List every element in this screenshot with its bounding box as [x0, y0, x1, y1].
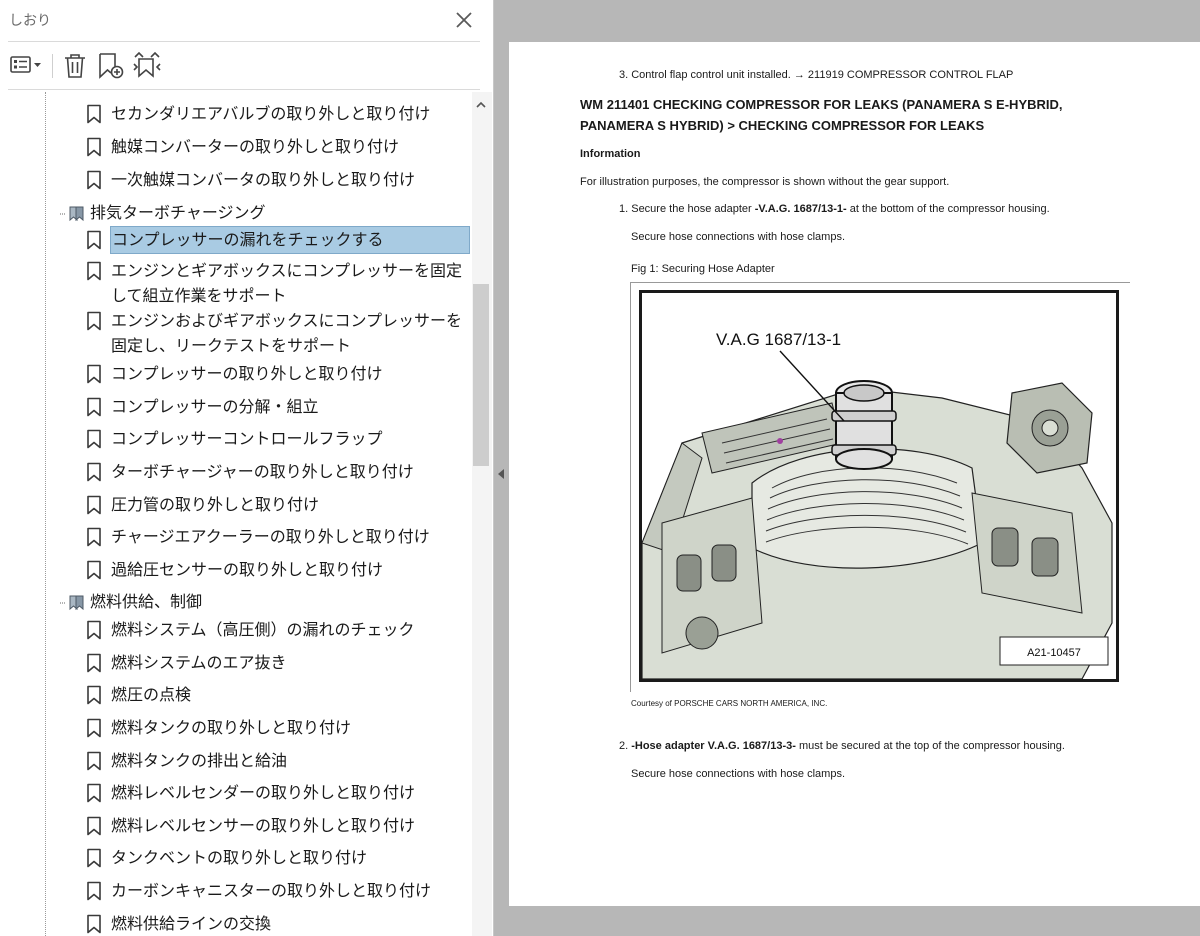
scroll-up-button[interactable] [474, 97, 488, 111]
bookmark-icon [87, 261, 101, 281]
bookmark-icon [87, 364, 101, 384]
bookmark-label: セカンダリエアバルブの取り外しと取り付け [111, 104, 431, 123]
panel-divider [8, 41, 480, 42]
bookmark-label: 燃料タンクの排出と給油 [111, 751, 288, 770]
compressor-figure: V.A.G 1687/13-1 A21-10457 [639, 290, 1119, 682]
list-options-icon [10, 56, 41, 73]
bookmark-icon [87, 718, 101, 738]
bookmark-icon [87, 685, 101, 705]
expander-icon[interactable] [58, 598, 68, 608]
figure-callout: V.A.G 1687/13-1 [716, 330, 841, 349]
bookmark-label: 燃料システム（高圧側）の漏れのチェック [111, 620, 415, 639]
bookmark-icon [87, 914, 101, 934]
bookmark-folder-label: 燃料供給、制御 [90, 592, 203, 611]
bookmark-label: コンプレッサーコントロールフラップ [111, 429, 383, 448]
bookmark-folder-label: 排気ターボチャージング [90, 203, 266, 222]
figure-reference-number: A21-10457 [1027, 647, 1081, 659]
step-1-subtext: Secure hose connections with hose clamps… [631, 231, 846, 243]
bookmark-icon [87, 429, 101, 449]
bookmark-label: 燃料タンクの取り外しと取り付け [111, 718, 352, 737]
bookmark-label: 燃料レベルセンサーの取り外しと取り付け [111, 816, 416, 835]
bookmark-icon [87, 170, 101, 190]
section-heading-line2: PANAMERA S HYBRID) > CHECKING COMPRESSOR… [580, 118, 985, 133]
tree-guide-line [45, 92, 46, 936]
bookmark-icon [87, 848, 101, 868]
bookmark-icon [87, 527, 101, 547]
scrollbar-track[interactable] [472, 92, 492, 936]
close-panel-button[interactable] [452, 8, 476, 32]
section-heading-line1: WM 211401 CHECKING COMPRESSOR FOR LEAKS … [580, 97, 1063, 112]
document-viewport[interactable]: 3. Control flap control unit installed. … [508, 0, 1200, 936]
collapse-arrow-icon[interactable] [497, 468, 505, 480]
new-bookmark-button[interactable] [96, 50, 126, 80]
bookmark-icon [87, 816, 101, 836]
bookmark-icon [87, 230, 101, 250]
chevron-up-icon [476, 101, 486, 108]
bookmark-label: タンクベントの取り外しと取り付け [111, 848, 368, 867]
bookmarks-toolbar [0, 44, 493, 88]
delete-bookmark-button[interactable] [60, 50, 90, 80]
pdf-page: 3. Control flap control unit installed. … [509, 42, 1200, 906]
bookmark-label: 一次触媒コンバータの取り外しと取り付け [111, 170, 416, 189]
info-title: Information [580, 148, 641, 160]
bookmark-label: コンプレッサーの漏れをチェックする [110, 226, 470, 254]
figure-caption: Fig 1: Securing Hose Adapter [631, 263, 775, 275]
figure-courtesy: Courtesy of PORSCHE CARS NORTH AMERICA, … [631, 699, 828, 708]
bookmark-icon [87, 783, 101, 803]
compressor-illustration: V.A.G 1687/13-1 A21-10457 [642, 330, 1113, 679]
panel-divider [8, 89, 480, 90]
expand-bookmark-button[interactable] [132, 50, 162, 80]
bookmark-label: コンプレッサーの取り外しと取り付け [111, 364, 383, 383]
bookmark-icon [87, 137, 101, 157]
bookmark-label: チャージエアクーラーの取り外しと取り付け [111, 527, 430, 546]
bookmark-icon [87, 620, 101, 640]
step-1-text: 1. Secure the hose adapter -V.A.G. 1687/… [619, 203, 1050, 215]
bookmark-icon [87, 311, 101, 331]
bookmark-label: 燃圧の点検 [111, 685, 192, 704]
bookmark-label: ターボチャージャーの取り外しと取り付け [111, 462, 414, 481]
bookmark-label: 触媒コンバーターの取り外しと取り付け [111, 137, 400, 156]
bookmark-label: 燃料システムのエア抜き [111, 653, 287, 672]
bookmark-icon [87, 560, 101, 580]
bookmark-folder-icon [69, 595, 84, 611]
bookmark-icon [87, 653, 101, 673]
step-2-text: 2. -Hose adapter V.A.G. 1687/13-3- must … [619, 740, 1065, 752]
bookmark-label: 圧力管の取り外しと取り付け [111, 495, 320, 514]
bookmark-folder-icon [69, 206, 84, 222]
panel-title: しおり [9, 13, 51, 29]
add-bookmark-icon [99, 53, 124, 79]
bookmark-tree: セカンダリエアバルブの取り外しと取り付け 触媒コンバーターの取り外しと取り付け 一次… [0, 92, 472, 936]
bookmark-label: カーボンキャニスターの取り外しと取り付け [111, 881, 432, 900]
info-text: For illustration purposes, the compresso… [580, 176, 950, 188]
bookmark-label: 燃料レベルセンダーの取り外しと取り付け [111, 783, 416, 802]
bookmark-label: コンプレッサーの分解・組立 [111, 397, 319, 416]
bookmark-icon [87, 397, 101, 417]
bookmark-label: 燃料供給ラインの交換 [111, 914, 272, 933]
bookmark-icon [87, 104, 101, 124]
panel-header: しおり [0, 0, 493, 40]
bookmarks-panel: しおり セカンダリエアバルブの取り外しと取り付け 触媒コンバーターの取り外しと取… [0, 0, 494, 936]
bookmark-icon [87, 495, 101, 515]
bookmark-icon [87, 462, 101, 482]
scrollbar-thumb[interactable] [473, 284, 489, 466]
step-3-text: 3. Control flap control unit installed. … [619, 69, 1014, 81]
expander-icon[interactable] [58, 209, 68, 219]
bookmark-icon [87, 751, 101, 771]
bookmark-label: エンジンおよびギアボックスにコンプレッサーを固定し、リークテストをサポート [111, 311, 463, 355]
bookmark-label: 過給圧センサーの取り外しと取り付け [111, 560, 384, 579]
expand-bookmark-icon [133, 51, 161, 78]
close-icon [456, 12, 472, 28]
bookmark-label: エンジンとギアボックスにコンプレッサーを固定して組立作業をサポート [111, 261, 463, 305]
step-2-subtext: Secure hose connections with hose clamps… [631, 768, 846, 780]
trash-icon [65, 54, 85, 78]
toolbar-divider [52, 54, 53, 78]
options-menu-button[interactable] [8, 50, 44, 80]
bookmark-icon [87, 881, 101, 901]
